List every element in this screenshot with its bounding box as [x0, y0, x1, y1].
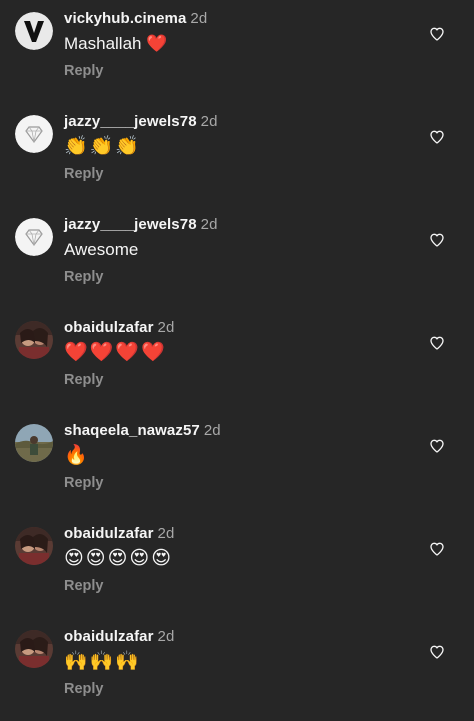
comment-item: obaidulzafar 2d 😍😍😍😍😍 Reply [0, 515, 474, 618]
reply-button[interactable]: Reply [64, 681, 104, 697]
couple-photo-avatar [15, 321, 53, 359]
comment-time: 2d [157, 319, 175, 336]
comment-item: vickyhub.cinema 2d Mashallah ❤️ Reply [0, 0, 474, 103]
username-text[interactable]: vickyhub.cinema [64, 10, 186, 27]
comment-body: Awesome [64, 240, 139, 259]
avatar[interactable] [15, 527, 53, 565]
username-text[interactable]: obaidulzafar [64, 319, 154, 336]
heart-outline-icon[interactable] [429, 26, 445, 42]
reply-button[interactable]: Reply [64, 166, 104, 182]
comment-text: 😍😍😍😍😍 [64, 548, 173, 570]
comment-text: 🙌🙌🙌 [64, 651, 141, 673]
reply-button[interactable]: Reply [64, 269, 104, 285]
v-logo-avatar [15, 12, 53, 50]
comment-time: 2d [157, 628, 175, 645]
comment-time: 2d [203, 422, 221, 439]
comment-body: ❤️❤️❤️❤️ [64, 342, 167, 363]
username-text[interactable]: obaidulzafar [64, 525, 154, 542]
username-text[interactable]: jazzy____jewels78 [64, 216, 197, 233]
comment-time: 2d [190, 10, 208, 27]
avatar[interactable] [15, 424, 53, 462]
diamond-logo-avatar [15, 115, 53, 153]
comment-item: shaqeela_nawaz57 2d 🔥 Reply [0, 412, 474, 515]
avatar[interactable] [15, 321, 53, 359]
avatar[interactable] [15, 218, 53, 256]
comment-body: Mashallah ❤️ [64, 34, 168, 53]
comment-text: 🔥 [64, 445, 90, 467]
avatar[interactable] [15, 115, 53, 153]
reply-button[interactable]: Reply [64, 475, 104, 491]
couple-photo-avatar [15, 527, 53, 565]
comment-text: ❤️❤️❤️❤️ [64, 342, 167, 364]
heart-outline-icon[interactable] [429, 438, 445, 454]
comment-body: 🔥 [64, 445, 90, 466]
comment-time: 2d [200, 216, 218, 233]
comment-username[interactable]: jazzy____jewels78 2d [64, 113, 218, 130]
comment-body: 🙌🙌🙌 [64, 651, 141, 672]
heart-outline-icon[interactable] [429, 644, 445, 660]
comment-item: jazzy____jewels78 2d 👏👏👏 Reply [0, 103, 474, 206]
username-text[interactable]: jazzy____jewels78 [64, 113, 197, 130]
username-text[interactable]: shaqeela_nawaz57 [64, 422, 200, 439]
comment-username[interactable]: vickyhub.cinema 2d [64, 10, 207, 27]
outdoor-photo-avatar [15, 424, 53, 462]
comment-time: 2d [200, 113, 218, 130]
comment-item: jazzy____jewels78 2d Awesome Reply [0, 206, 474, 309]
reply-button[interactable]: Reply [64, 63, 104, 79]
comment-username[interactable]: jazzy____jewels78 2d [64, 216, 218, 233]
comment-body: 👏👏👏 [64, 136, 141, 157]
diamond-logo-avatar [15, 218, 53, 256]
comment-username[interactable]: obaidulzafar 2d [64, 319, 174, 336]
reply-button[interactable]: Reply [64, 578, 104, 594]
comment-text: 👏👏👏 [64, 136, 141, 158]
couple-photo-avatar [15, 630, 53, 668]
reply-button[interactable]: Reply [64, 372, 104, 388]
username-text[interactable]: obaidulzafar [64, 628, 154, 645]
comment-username[interactable]: shaqeela_nawaz57 2d [64, 422, 221, 439]
avatar[interactable] [15, 12, 53, 50]
comment-username[interactable]: obaidulzafar 2d [64, 628, 174, 645]
comment-time: 2d [157, 525, 175, 542]
heart-outline-icon[interactable] [429, 335, 445, 351]
avatar[interactable] [15, 630, 53, 668]
comment-item: obaidulzafar 2d 🙌🙌🙌 Reply [0, 618, 474, 721]
comment-body: 😍😍😍😍😍 [64, 548, 174, 569]
comment-text: Awesome [64, 239, 138, 261]
heart-outline-icon[interactable] [429, 232, 445, 248]
comment-username[interactable]: obaidulzafar 2d [64, 525, 174, 542]
comment-text: Mashallah ❤️ [64, 33, 167, 55]
heart-outline-icon[interactable] [429, 129, 445, 145]
heart-outline-icon[interactable] [429, 541, 445, 557]
comment-item: obaidulzafar 2d ❤️❤️❤️❤️ Reply [0, 309, 474, 412]
